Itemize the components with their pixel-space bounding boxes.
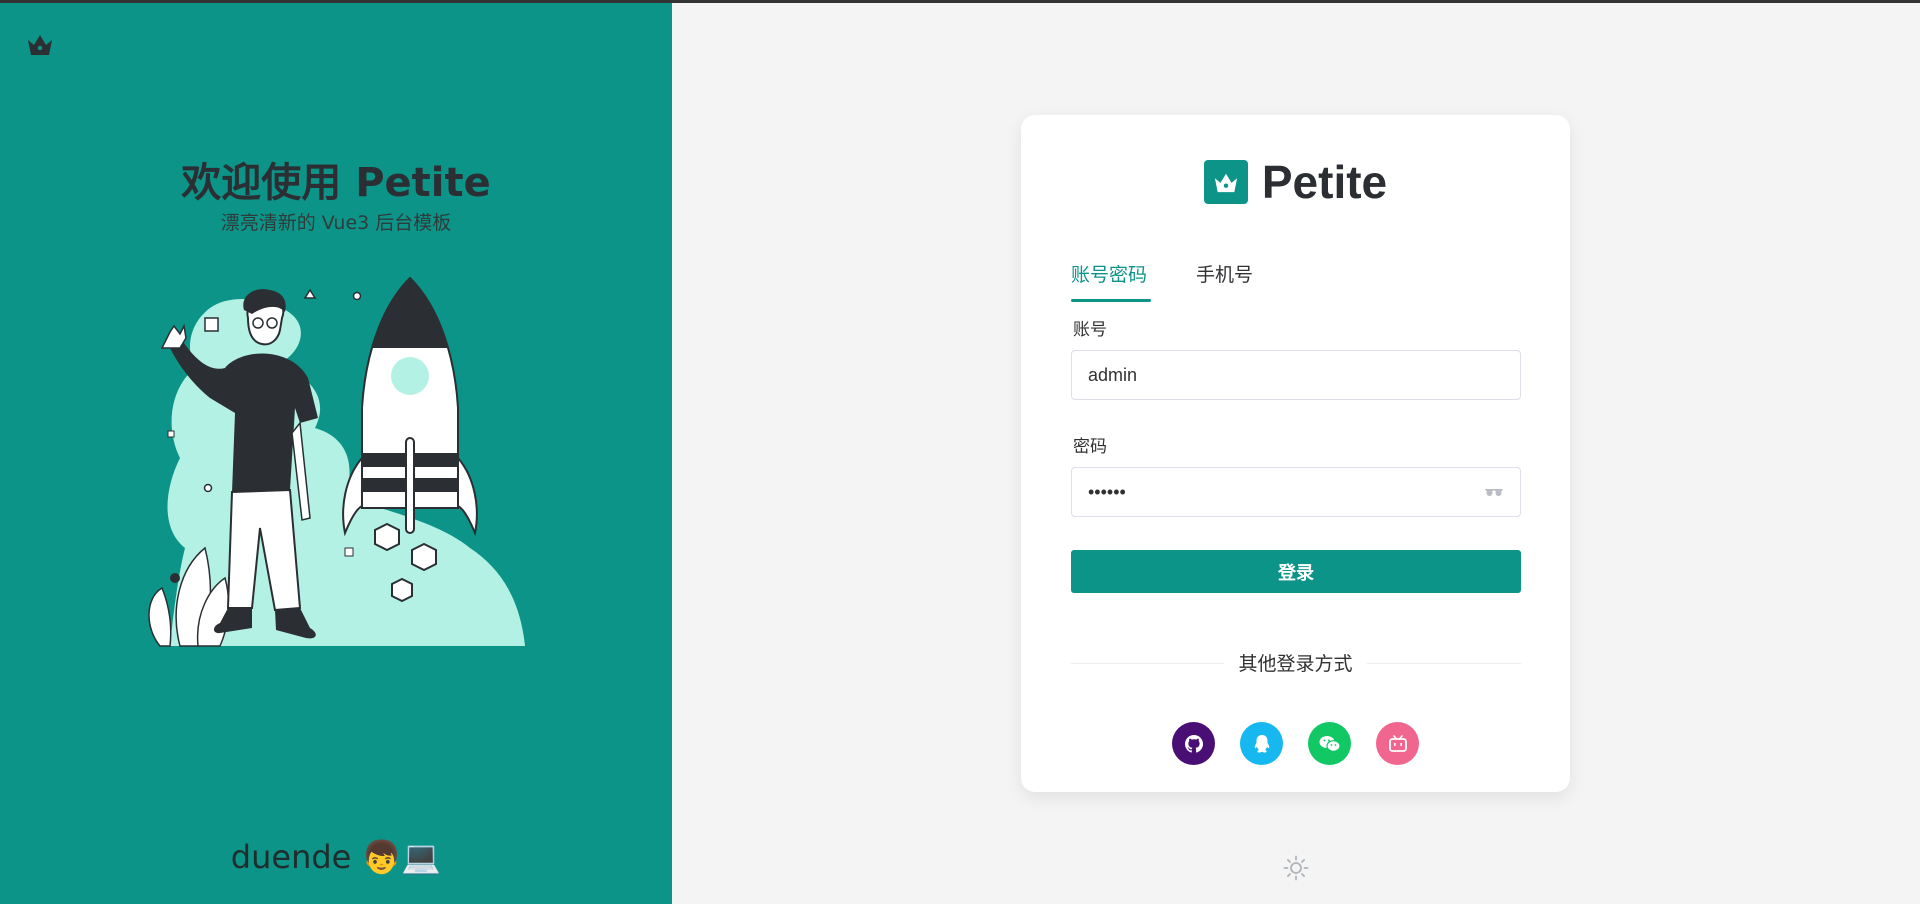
other-login-label: 其他登录方式: [1224, 653, 1367, 675]
login-tabs: 账号密码 手机号: [1071, 255, 1521, 311]
qq-login-button[interactable]: [1240, 722, 1283, 765]
tab-phone[interactable]: 手机号: [1196, 255, 1253, 295]
brand-header: Petite: [1021, 155, 1570, 209]
crown-icon: [1203, 160, 1248, 204]
crown-icon: [28, 35, 52, 55]
login-button[interactable]: 登录: [1071, 550, 1521, 593]
bilibili-login-button[interactable]: [1376, 722, 1419, 765]
password-input[interactable]: ••••••: [1071, 467, 1521, 517]
account-value: admin: [1088, 364, 1138, 385]
password-value: ••••••: [1088, 481, 1126, 502]
welcome-panel: 欢迎使用 Petite 漂亮清新的 Vue3 后台模板 duende 👦💻: [0, 3, 672, 904]
account-label: 账号: [1073, 320, 1107, 340]
active-tab-indicator: [1071, 299, 1151, 302]
tab-account-password[interactable]: 账号密码: [1071, 255, 1147, 295]
account-input[interactable]: admin: [1071, 350, 1521, 400]
social-login-group: [1021, 722, 1570, 765]
astronaut-rocket-illustration: [148, 276, 525, 647]
welcome-title: 欢迎使用 Petite: [181, 160, 491, 206]
qq-icon: [1254, 734, 1269, 753]
sun-icon[interactable]: [1283, 855, 1309, 881]
brand-name: Petite: [1261, 156, 1388, 208]
other-login-divider: 其他登录方式: [1021, 649, 1570, 676]
github-icon: [1184, 734, 1203, 753]
author-signature: duende 👦💻: [230, 838, 442, 876]
login-card: Petite 账号密码 手机号 账号 admin 密码 •••••• 登录 其他…: [1021, 115, 1570, 792]
eye-icon[interactable]: [1484, 485, 1504, 499]
welcome-subtitle: 漂亮清新的 Vue3 后台模板: [220, 212, 452, 234]
bilibili-icon: [1388, 734, 1407, 752]
password-label: 密码: [1073, 437, 1107, 457]
wechat-icon: [1319, 735, 1341, 752]
github-login-button[interactable]: [1172, 722, 1215, 765]
wechat-login-button[interactable]: [1308, 722, 1351, 765]
